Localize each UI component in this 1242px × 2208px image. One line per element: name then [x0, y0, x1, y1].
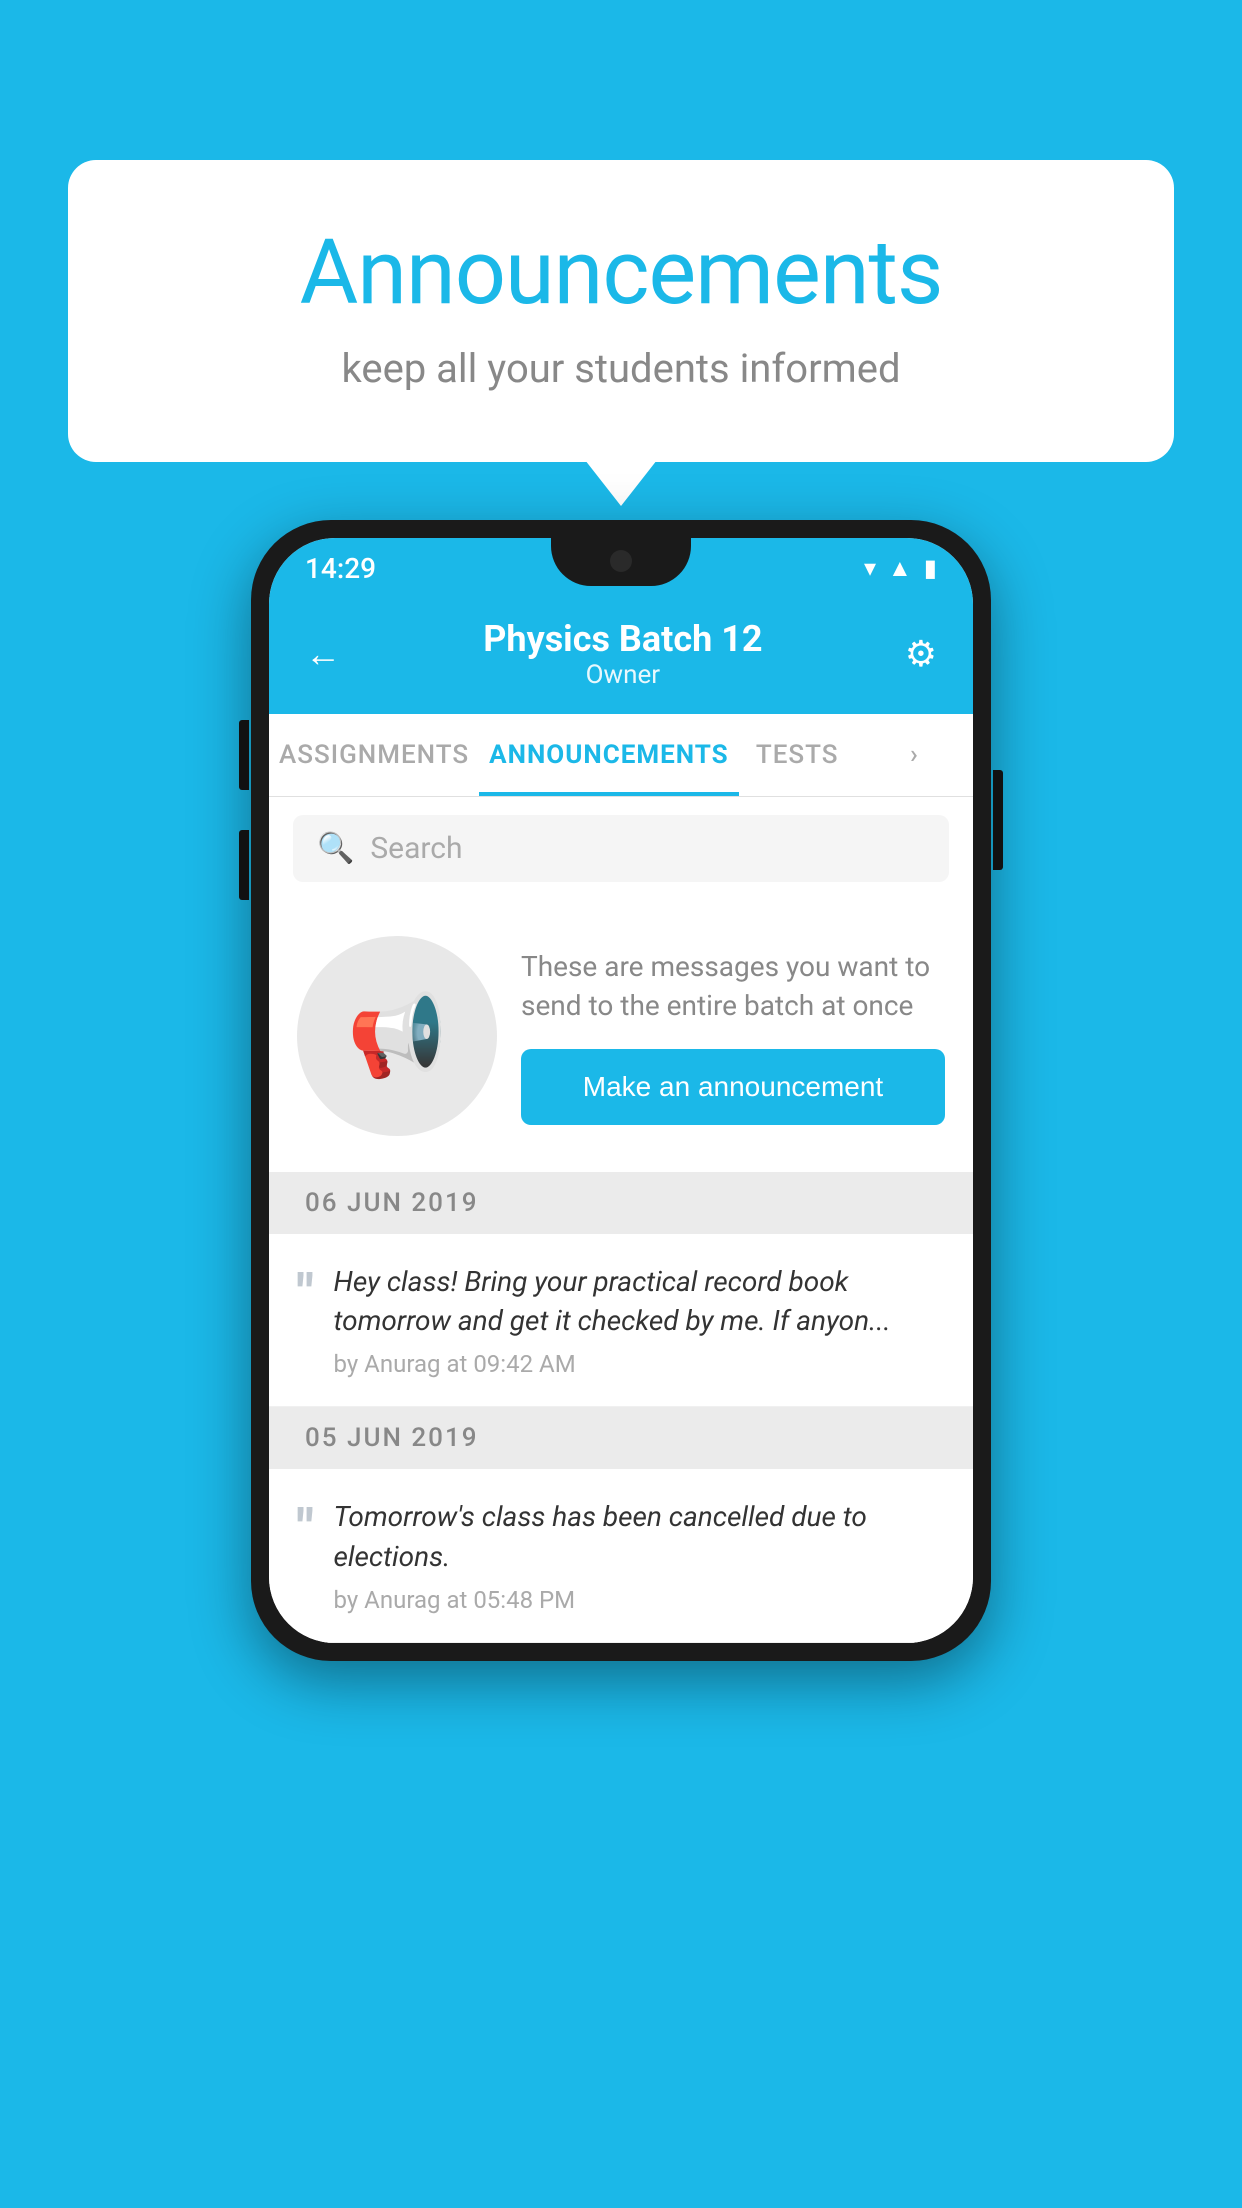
date-separator-2: 05 JUN 2019 [269, 1407, 973, 1469]
announcement-prompt: 📢 These are messages you want to send to… [269, 900, 973, 1172]
announcement-message-2: Tomorrow's class has been cancelled due … [334, 1497, 945, 1575]
status-time: 14:29 [305, 552, 376, 585]
status-icons: ▾ ▲ ▮ [864, 554, 937, 583]
tab-more[interactable]: › [856, 714, 973, 796]
tab-assignments[interactable]: ASSIGNMENTS [269, 714, 479, 796]
phone-screen: 14:29 ▾ ▲ ▮ ← Physics Batch 12 Owner ⚙ A… [269, 538, 973, 1643]
announcement-item-2[interactable]: " Tomorrow's class has been cancelled du… [269, 1469, 973, 1642]
volume-up-button [239, 720, 249, 790]
announcement-icon-circle: 📢 [297, 936, 497, 1136]
announcement-right: These are messages you want to send to t… [521, 947, 945, 1125]
wifi-icon: ▾ [864, 554, 876, 582]
announcement-message-1: Hey class! Bring your practical record b… [334, 1262, 945, 1340]
front-camera [610, 550, 632, 572]
announcement-text-2: Tomorrow's class has been cancelled due … [334, 1497, 945, 1613]
tab-tests[interactable]: TESTS [739, 714, 856, 796]
announcement-description: These are messages you want to send to t… [521, 947, 945, 1025]
bubble-subtitle: keep all your students informed [148, 345, 1094, 392]
batch-title: Physics Batch 12 [483, 618, 762, 660]
tabs-container: ASSIGNMENTS ANNOUNCEMENTS TESTS › [269, 714, 973, 797]
quote-icon-2: " [297, 1503, 314, 1555]
phone-mockup: 14:29 ▾ ▲ ▮ ← Physics Batch 12 Owner ⚙ A… [251, 520, 991, 1661]
make-announcement-button[interactable]: Make an announcement [521, 1049, 945, 1125]
search-container: 🔍 Search [269, 797, 973, 900]
volume-down-button [239, 830, 249, 900]
back-button[interactable]: ← [305, 633, 341, 675]
announcement-author-1: by Anurag at 09:42 AM [334, 1350, 945, 1378]
megaphone-icon: 📢 [347, 989, 447, 1083]
battery-icon: ▮ [924, 554, 937, 582]
header-title-group: Physics Batch 12 Owner [483, 618, 762, 690]
bubble-title: Announcements [148, 220, 1094, 325]
speech-bubble-section: Announcements keep all your students inf… [68, 160, 1174, 462]
status-bar: 14:29 ▾ ▲ ▮ [269, 538, 973, 598]
search-placeholder: Search [370, 831, 462, 866]
announcement-author-2: by Anurag at 05:48 PM [334, 1586, 945, 1614]
speech-bubble: Announcements keep all your students inf… [68, 160, 1174, 462]
app-header: ← Physics Batch 12 Owner ⚙ [269, 598, 973, 714]
notch [551, 538, 691, 586]
settings-button[interactable]: ⚙ [905, 633, 937, 675]
search-bar[interactable]: 🔍 Search [293, 815, 949, 882]
date-separator-1: 06 JUN 2019 [269, 1172, 973, 1234]
signal-icon: ▲ [888, 554, 912, 583]
search-icon: 🔍 [317, 831, 354, 866]
power-button [993, 770, 1003, 870]
phone-outer: 14:29 ▾ ▲ ▮ ← Physics Batch 12 Owner ⚙ A… [251, 520, 991, 1661]
announcement-item-1[interactable]: " Hey class! Bring your practical record… [269, 1234, 973, 1407]
batch-role: Owner [483, 660, 762, 690]
tab-announcements[interactable]: ANNOUNCEMENTS [479, 714, 738, 796]
quote-icon-1: " [297, 1268, 314, 1320]
announcement-text-1: Hey class! Bring your practical record b… [334, 1262, 945, 1378]
